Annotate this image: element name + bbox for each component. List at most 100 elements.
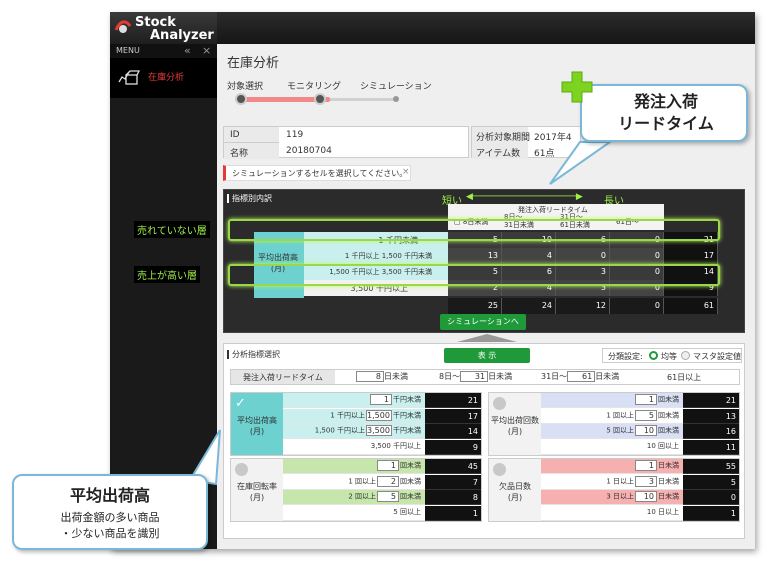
lead-cell-3: 31日～ 61 日未満 <box>541 371 620 382</box>
indicator-row-text: 5 回以上 10 回未満 <box>606 425 679 436</box>
unchecked-circle-icon[interactable] <box>493 397 506 410</box>
show-button[interactable]: 表 示 <box>444 348 530 363</box>
name-value: 20180704 <box>286 146 332 156</box>
step-progress-remaining <box>330 98 395 101</box>
logo-mark-icon <box>114 20 132 33</box>
indicator-count: 45 <box>425 459 481 474</box>
indicator-row: 10 日以上 <box>541 505 683 521</box>
step-2-label[interactable]: モニタリング <box>287 79 341 92</box>
logo-text-line2: Analyzer <box>150 28 214 43</box>
breakdown-title: 指標別内訳 <box>232 194 272 203</box>
matrix-cell[interactable]: 13 <box>448 248 502 264</box>
indicator-panel[interactable]: 欠品日数 (月) 1 日未満 55 1 日以上 3 日未満 5 3 日以上 10 日未満 0 10 日以… <box>488 458 740 522</box>
threshold-input[interactable]: 1 <box>635 394 657 405</box>
lead-time-callout-text: 発注入荷 リードタイム <box>618 92 714 133</box>
threshold-input[interactable]: 3,500 <box>366 425 392 436</box>
indicator-count: 8 <box>425 490 481 505</box>
indicator-row: 5 回以上 10 回未満 <box>541 424 683 439</box>
simulation-button[interactable]: シミュレーションへ <box>440 314 526 330</box>
matrix-cell: 17 <box>664 248 718 264</box>
collapse-icon[interactable]: « <box>184 44 191 57</box>
matrix-total-cell: 0 <box>610 298 664 314</box>
indicator-count: 21 <box>683 393 739 408</box>
not-selling-frame <box>228 219 720 241</box>
class-setting: 分類設定: 均等 マスタ設定値 <box>602 348 742 363</box>
threshold-input[interactable]: 10 <box>635 491 657 502</box>
indicator-row: 1 回未満 <box>283 459 425 474</box>
indicator-name: 欠品日数 (月) <box>499 482 531 502</box>
matrix-cell[interactable]: 0 <box>610 248 664 264</box>
threshold-input[interactable]: 1 <box>635 460 657 471</box>
step-2-dot[interactable] <box>314 93 326 105</box>
row-label-2[interactable]: 1 千円以上 1,500 千円未満 <box>304 248 448 264</box>
matrix-cell[interactable]: 0 <box>556 248 610 264</box>
high-sales-label: 売上が高い層 <box>134 266 200 283</box>
menu-bar: MENU « × <box>110 44 217 58</box>
indicator-row: 3 日以上 10 日未満 <box>541 490 683 505</box>
indicator-panel[interactable]: 在庫回転率 (月) 1 回未満 45 1 回以上 2 回未満 7 2 回以上 5 回未満 8 5 回以上… <box>230 458 482 522</box>
indicator-count: 1 <box>683 505 739 521</box>
threshold-input[interactable]: 5 <box>377 491 399 502</box>
indicator-row-text: 1 日以上 3 日未満 <box>606 475 679 487</box>
threshold-input[interactable]: 2 <box>377 475 399 487</box>
indicator-name-cell[interactable]: 欠品日数 (月) <box>489 459 541 521</box>
indicator-row-text: 1,500 千円以上 3,500 千円未満 <box>314 425 421 436</box>
indicator-count: 9 <box>425 439 481 455</box>
indicator-row-text: 10 回以上 <box>646 441 679 450</box>
step-1-dot[interactable] <box>235 93 247 105</box>
threshold-input[interactable]: 3 <box>635 475 657 487</box>
indicator-row-text: 3 日以上 10 日未満 <box>606 491 679 502</box>
indicator-panel[interactable]: 平均出荷回数 (月) 1 回未満 21 1 回以上 5 回未満 13 5 回以上 10 回未満 16 1… <box>488 392 740 456</box>
indicator-panel[interactable]: ✓ 平均出荷高 (月) 1 千円未満 21 1 千円以上 1,500 千円未満 17 1,500 … <box>230 392 482 456</box>
expand-triangle[interactable] <box>457 334 517 342</box>
threshold-input[interactable]: 10 <box>635 425 657 436</box>
matrix-total-cell: 61 <box>664 298 718 314</box>
sidebar-item-stock-analysis[interactable]: 在庫分析 <box>110 58 217 98</box>
high-sales-frame <box>228 264 720 286</box>
indicator-count: 16 <box>683 424 739 439</box>
indicator-row-text: 1 日未満 <box>634 460 679 471</box>
indicator-row-text: 1 千円未満 <box>369 394 421 405</box>
indicator-row: 1,500 千円以上 3,500 千円未満 <box>283 424 425 439</box>
indicator-count: 7 <box>425 474 481 490</box>
indicator-row: 10 回以上 <box>541 439 683 455</box>
avg-shipping-callout-title: 平均出荷高 <box>69 486 150 505</box>
indicator-count: 55 <box>683 459 739 474</box>
indicator-row-text: 1 回未満 <box>634 394 679 405</box>
indicator-row: 1 千円以上 1,500 千円未満 <box>283 408 425 424</box>
threshold-input[interactable]: 1 <box>377 460 399 471</box>
indicator-row-text: 1 千円以上 1,500 千円未満 <box>330 409 421 421</box>
matrix-cell[interactable]: 4 <box>502 248 556 264</box>
indicator-row-text: 5 回以上 <box>393 507 421 516</box>
unchecked-circle-icon[interactable] <box>493 463 506 476</box>
items-label: アイテム数 <box>476 149 521 159</box>
alert-text: シミュレーションするセルを選択してください。 <box>232 169 408 178</box>
indicator-row-text: 1 回以上 5 回未満 <box>606 409 679 421</box>
step-3-dot[interactable] <box>393 96 399 102</box>
indicator-count: 11 <box>683 439 739 455</box>
close-menu-icon[interactable]: × <box>202 44 211 57</box>
threshold-input[interactable]: 5 <box>635 409 657 421</box>
indicator-row-text: 2 回以上 5 回未満 <box>348 491 421 502</box>
alert-close-icon[interactable]: × <box>402 167 410 177</box>
top-bar <box>217 12 755 44</box>
indicator-row: 1 回未満 <box>541 393 683 408</box>
step-3-label[interactable]: シミュレーション <box>360 79 432 92</box>
step-1-label[interactable]: 対象選択 <box>227 79 263 92</box>
radio-equal[interactable] <box>649 351 658 360</box>
indicator-name-cell[interactable]: 平均出荷回数 (月) <box>489 393 541 455</box>
indicator-row-text: 1 回以上 2 回未満 <box>348 475 421 487</box>
indicator-row-text: 1 回未満 <box>376 460 421 471</box>
radio-master[interactable] <box>681 351 690 360</box>
not-selling-label: 売れていない層 <box>134 221 210 238</box>
page-title: 在庫分析 <box>227 56 280 71</box>
threshold-input[interactable]: 1 <box>370 394 392 405</box>
lead-cell-4: 61日以上 <box>667 373 702 382</box>
name-label: 名称 <box>230 149 249 159</box>
avg-shipping-callout-text: 出荷金額の多い商品 ・少ない商品を識別 <box>60 511 160 540</box>
indicator-count: 13 <box>683 408 739 424</box>
id-value: 119 <box>286 130 304 140</box>
threshold-input[interactable]: 1,500 <box>366 409 392 421</box>
indicator-count: 1 <box>425 505 481 521</box>
indicator-row: 1 日未満 <box>541 459 683 474</box>
